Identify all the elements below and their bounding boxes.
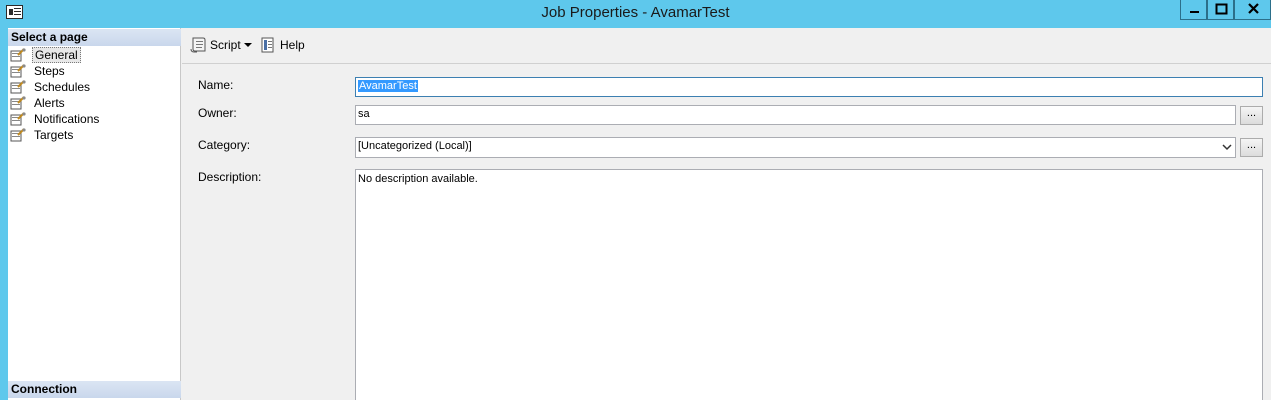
page-wrench-icon [10,112,26,126]
script-label: Script [210,38,241,52]
page-item-general[interactable]: General [10,47,101,63]
chevron-down-icon [1222,144,1232,151]
description-textarea[interactable]: No description available. [355,169,1263,400]
script-dropdown-button[interactable] [243,36,253,54]
dialog-window: Select a page General Steps Schedules Al… [8,28,1271,400]
close-button[interactable] [1234,0,1271,20]
page-item-label: General [32,47,81,63]
minimize-icon [1190,11,1199,13]
page-item-alerts[interactable]: Alerts [10,95,101,111]
page-item-notifications[interactable]: Notifications [10,111,101,127]
owner-label: Owner: [198,106,237,120]
minimize-button[interactable] [1180,0,1207,20]
maximize-icon [1215,3,1228,15]
page-item-schedules[interactable]: Schedules [10,79,101,95]
script-icon [189,36,207,54]
help-label: Help [280,38,305,52]
select-page-header: Select a page [8,29,181,46]
page-item-targets[interactable]: Targets [10,127,101,143]
page-list: General Steps Schedules Alerts Notificat… [10,47,101,143]
toolbar: Script Help [182,28,1271,64]
owner-value: sa [358,108,370,120]
page-item-label: Alerts [34,96,65,110]
dropdown-arrow-icon [244,43,252,47]
help-icon [259,36,277,54]
general-page-content: Script Help Name: AvamarTest Owner: sa .… [182,28,1271,400]
maximize-button[interactable] [1207,0,1234,20]
name-label: Name: [198,78,234,92]
page-wrench-icon [10,64,26,78]
category-label: Category: [198,138,251,152]
category-select[interactable]: [Uncategorized (Local)] [355,137,1236,158]
category-browse-button[interactable]: ... [1240,138,1263,157]
page-item-label: Steps [34,64,65,78]
close-icon [1248,3,1259,14]
owner-input[interactable]: sa [355,105,1236,125]
category-value: [Uncategorized (Local)] [358,140,472,152]
connection-header: Connection [8,381,181,398]
name-input[interactable]: AvamarTest [355,77,1263,97]
page-item-steps[interactable]: Steps [10,63,101,79]
page-wrench-icon [10,96,26,110]
page-item-label: Notifications [34,112,100,126]
page-wrench-icon [10,128,26,142]
page-selector-pane: Select a page General Steps Schedules Al… [8,28,181,400]
owner-browse-button[interactable]: ... [1240,106,1263,125]
page-item-label: Targets [34,128,74,142]
page-wrench-icon [10,80,26,94]
page-item-label: Schedules [34,80,91,94]
page-wrench-icon [10,48,26,62]
name-value: AvamarTest [358,80,418,92]
help-button[interactable]: Help [259,36,305,54]
title-bar: Job Properties - AvamarTest [0,0,1271,27]
script-button[interactable]: Script [189,36,241,54]
description-label: Description: [198,170,262,184]
window-title: Job Properties - AvamarTest [541,4,730,21]
